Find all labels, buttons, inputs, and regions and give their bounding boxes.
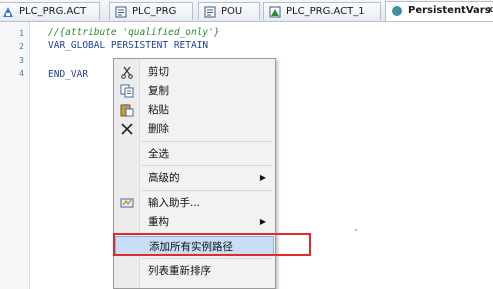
paste-icon bbox=[120, 104, 134, 117]
tab-label: PersistentVars bbox=[408, 5, 491, 16]
context-menu: 剪切 复制 粘贴 删除 全选 高级的 ▶ 输入助手... 重构 ▶ 添加所有实例… bbox=[113, 58, 276, 289]
menu-item-label: 粘贴 bbox=[148, 104, 169, 116]
menu-item-refactor[interactable]: 重构 ▶ bbox=[115, 212, 274, 232]
tab-pou[interactable]: POU bbox=[198, 2, 260, 20]
line-number: 2 bbox=[19, 42, 24, 51]
menu-separator bbox=[142, 141, 272, 142]
tab-plc-prg-act-1[interactable]: PLC_PRG.ACT_1 bbox=[263, 2, 381, 20]
tab-persistentvars[interactable]: PersistentVars x bbox=[385, 1, 493, 21]
menu-item-select-all[interactable]: 全选 bbox=[115, 144, 274, 164]
menu-item-label: 列表重新排序 bbox=[148, 265, 211, 277]
tab-label: PLC_PRG bbox=[132, 6, 177, 17]
menu-item-cut[interactable]: 剪切 bbox=[115, 62, 274, 82]
tab-label: PLC_PRG.ACT bbox=[19, 6, 87, 17]
line-number: 1 bbox=[19, 29, 24, 38]
delete-icon bbox=[121, 123, 133, 135]
menu-item-input-assistant[interactable]: 输入助手... bbox=[115, 193, 274, 213]
tab-label: PLC_PRG.ACT_1 bbox=[286, 6, 365, 17]
close-tab-icon[interactable]: x bbox=[487, 2, 493, 19]
submenu-arrow-icon: ▶ bbox=[259, 173, 266, 182]
menu-separator bbox=[142, 258, 272, 259]
menu-separator bbox=[142, 190, 272, 191]
menu-item-add-all-instance-paths[interactable]: 添加所有实例路径 bbox=[115, 236, 274, 256]
stray-dot bbox=[355, 229, 357, 231]
action-icon bbox=[269, 6, 281, 18]
menu-separator bbox=[142, 165, 272, 166]
line-number: 4 bbox=[19, 69, 24, 78]
line-number-gutter: 1 2 3 4 bbox=[0, 22, 30, 289]
scissors-icon bbox=[121, 66, 133, 79]
menu-item-label: 复制 bbox=[148, 85, 169, 97]
menu-item-paste[interactable]: 粘贴 bbox=[115, 100, 274, 120]
menu-separator bbox=[142, 233, 272, 234]
menu-item-label: 添加所有实例路径 bbox=[149, 241, 233, 253]
tab-plc-prg[interactable]: PLC_PRG bbox=[109, 2, 193, 20]
code-line-1[interactable]: //{attribute 'qualified_only'} bbox=[48, 27, 220, 38]
copy-icon bbox=[120, 84, 134, 98]
input-assistant-icon bbox=[120, 198, 134, 208]
submenu-arrow-icon: ▶ bbox=[259, 217, 266, 226]
menu-item-label: 输入助手... bbox=[148, 197, 201, 209]
menu-item-copy[interactable]: 复制 bbox=[115, 81, 274, 101]
line-number: 3 bbox=[19, 56, 24, 65]
tab-plc-prg-act[interactable]: PLC_PRG.ACT bbox=[0, 2, 100, 20]
menu-item-reorder-list[interactable]: 列表重新排序 bbox=[115, 261, 274, 281]
code-line-4[interactable]: END_VAR bbox=[48, 69, 88, 80]
menu-item-label: 全选 bbox=[148, 148, 169, 160]
pou-icon bbox=[204, 6, 216, 18]
menu-item-label: 高级的 bbox=[148, 172, 180, 184]
menu-item-label: 删除 bbox=[148, 123, 169, 135]
menu-item-delete[interactable]: 删除 bbox=[115, 119, 274, 139]
menu-item-label: 剪切 bbox=[148, 66, 169, 78]
code-line-2[interactable]: VAR_GLOBAL PERSISTENT RETAIN bbox=[48, 40, 208, 51]
program-icon bbox=[115, 6, 127, 18]
menu-item-advanced[interactable]: 高级的 ▶ bbox=[115, 168, 274, 188]
globe-icon bbox=[392, 6, 402, 16]
menu-item-label: 重构 bbox=[148, 216, 169, 228]
action-icon bbox=[3, 7, 13, 17]
editor-tab-bar: PLC_PRG.ACT PLC_PRG POU PLC_PRG.ACT_1 Pe… bbox=[0, 0, 493, 22]
tab-label: POU bbox=[221, 6, 243, 17]
